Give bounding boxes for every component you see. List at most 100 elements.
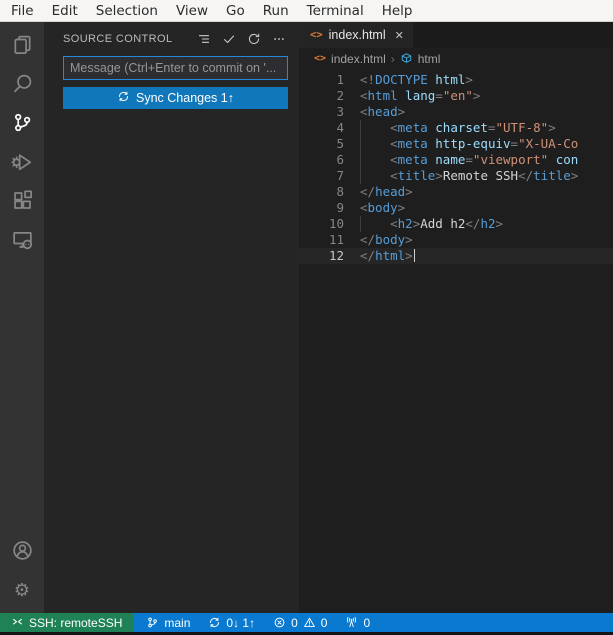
code-line-5[interactable]: 5 <meta http-equiv="X-UA-Co bbox=[299, 136, 613, 152]
code-line-9[interactable]: 9 <body> bbox=[299, 200, 613, 216]
activity-item-account[interactable] bbox=[0, 531, 44, 570]
ports-status[interactable]: 0 bbox=[336, 613, 379, 632]
sync-changes-button[interactable]: Sync Changes 1↑ bbox=[63, 87, 288, 109]
problems-status[interactable]: 00 bbox=[264, 613, 336, 632]
line-content[interactable]: <meta name="viewport" con bbox=[360, 152, 613, 168]
code-token: > bbox=[472, 88, 481, 103]
line-content[interactable]: </body> bbox=[360, 232, 613, 248]
code-token: name bbox=[435, 152, 466, 167]
activity-item-settings-gear[interactable]: ⚙ bbox=[0, 570, 44, 609]
extensions-icon bbox=[11, 189, 34, 212]
code-token: = bbox=[465, 152, 473, 167]
code-line-1[interactable]: 1 <!DOCTYPE html> bbox=[299, 72, 613, 88]
close-icon[interactable]: ✕ bbox=[395, 29, 404, 42]
line-number: 11 bbox=[328, 232, 344, 247]
code-token: = bbox=[435, 88, 443, 103]
code-token: > bbox=[465, 72, 473, 87]
activity-bar-top bbox=[0, 25, 44, 259]
line-content[interactable]: <body> bbox=[360, 200, 613, 216]
line-content[interactable]: </head> bbox=[360, 184, 613, 200]
workbench: ⚙ SOURCE CONTROL Sync Changes 1↑ <> inde… bbox=[0, 22, 613, 613]
code-token: head bbox=[375, 184, 406, 199]
line-number: 8 bbox=[336, 184, 344, 199]
code-token: DOCTYPE bbox=[375, 72, 428, 87]
problems-status-label: 0 bbox=[291, 615, 298, 630]
line-content[interactable]: <title>Remote SSH</title> bbox=[360, 168, 613, 184]
branch-status-label: main bbox=[164, 615, 191, 630]
code-token: charset bbox=[435, 120, 488, 135]
menu-item-run[interactable]: Run bbox=[254, 2, 298, 20]
settings-gear-icon: ⚙ bbox=[13, 579, 31, 600]
sync-status[interactable]: 0↓ 1↑ bbox=[199, 613, 264, 632]
code-token: Remote SSH bbox=[442, 168, 519, 183]
code-token: < bbox=[390, 120, 398, 135]
code-line-12[interactable]: 12 </html> bbox=[299, 248, 613, 264]
remote-status[interactable]: SSH: remoteSSH bbox=[0, 613, 134, 632]
run-debug-icon bbox=[10, 150, 34, 173]
code-token: <! bbox=[360, 72, 376, 87]
line-content[interactable]: <meta charset="UTF-8"> bbox=[360, 120, 613, 136]
code-token: < bbox=[390, 216, 398, 231]
sync-changes-label: Sync Changes 1↑ bbox=[136, 91, 234, 105]
menu-item-help[interactable]: Help bbox=[373, 2, 422, 20]
line-content[interactable]: <html lang="en"> bbox=[360, 88, 613, 104]
line-content[interactable]: <!DOCTYPE html> bbox=[360, 72, 613, 88]
more-actions-icon[interactable] bbox=[269, 30, 288, 49]
activity-item-extensions[interactable] bbox=[0, 181, 44, 220]
menu-item-go[interactable]: Go bbox=[217, 2, 254, 20]
activity-item-remote-explorer[interactable] bbox=[0, 220, 44, 259]
menu-item-terminal[interactable]: Terminal bbox=[298, 2, 373, 20]
code-token: </ bbox=[518, 168, 534, 183]
breadcrumb-symbol[interactable]: html bbox=[418, 52, 441, 66]
code-editor[interactable]: 1 <!DOCTYPE html> 2 <html lang="en"> 3 <head>… bbox=[299, 69, 613, 613]
sync-icon bbox=[208, 616, 221, 629]
indent-guide-line bbox=[360, 168, 361, 184]
branch-status[interactable]: main bbox=[137, 613, 199, 632]
code-token: "en" bbox=[442, 88, 473, 103]
menu-item-view[interactable]: View bbox=[167, 2, 217, 20]
sync-icon bbox=[117, 90, 130, 106]
activity-item-search[interactable] bbox=[0, 64, 44, 103]
code-line-11[interactable]: 11 </body> bbox=[299, 232, 613, 248]
code-token: html bbox=[367, 88, 398, 103]
line-number: 2 bbox=[336, 88, 344, 103]
line-number: 6 bbox=[336, 152, 344, 167]
code-line-3[interactable]: 3 <head> bbox=[299, 104, 613, 120]
line-content[interactable]: <h2>Add h2</h2> bbox=[360, 216, 613, 232]
code-line-7[interactable]: 7 <title>Remote SSH</title> bbox=[299, 168, 613, 184]
refresh-icon[interactable] bbox=[244, 30, 263, 49]
activity-item-run-debug[interactable] bbox=[0, 142, 44, 181]
code-token: > bbox=[570, 168, 579, 183]
commit-check-icon[interactable] bbox=[219, 30, 238, 49]
view-as-tree-icon[interactable] bbox=[194, 30, 213, 49]
code-token: meta bbox=[397, 120, 428, 135]
code-line-4[interactable]: 4 <meta charset="UTF-8"> bbox=[299, 120, 613, 136]
tab-index-html[interactable]: <> index.html ✕ bbox=[299, 22, 413, 48]
code-token: "X-UA-Co bbox=[518, 136, 579, 151]
line-content[interactable]: <head> bbox=[360, 104, 613, 120]
menu-item-selection[interactable]: Selection bbox=[87, 2, 167, 20]
breadcrumb-file[interactable]: index.html bbox=[331, 52, 386, 66]
menu-item-file[interactable]: File bbox=[2, 2, 43, 20]
code-token: < bbox=[360, 88, 368, 103]
code-token: > bbox=[548, 120, 556, 135]
code-token: "UTF-8" bbox=[495, 120, 549, 135]
code-line-10[interactable]: 10 <h2>Add h2</h2> bbox=[299, 216, 613, 232]
code-token: < bbox=[360, 200, 368, 215]
line-content[interactable]: </html> bbox=[360, 248, 613, 264]
menu-item-edit[interactable]: Edit bbox=[43, 2, 87, 20]
error-icon bbox=[273, 616, 286, 629]
activity-item-source-control[interactable] bbox=[0, 103, 44, 142]
indent-guide-line bbox=[360, 120, 361, 136]
editor-group: <> index.html ✕ <> index.html › html 1 <!… bbox=[299, 22, 613, 613]
code-line-6[interactable]: 6 <meta name="viewport" con bbox=[299, 152, 613, 168]
code-line-2[interactable]: 2 <html lang="en"> bbox=[299, 88, 613, 104]
activity-item-explorer[interactable] bbox=[0, 25, 44, 64]
line-content[interactable]: <meta http-equiv="X-UA-Co bbox=[360, 136, 613, 152]
commit-message-input[interactable] bbox=[63, 56, 288, 80]
source-control-header: SOURCE CONTROL bbox=[63, 22, 288, 56]
code-line-8[interactable]: 8 </head> bbox=[299, 184, 613, 200]
line-number: 5 bbox=[336, 136, 344, 151]
